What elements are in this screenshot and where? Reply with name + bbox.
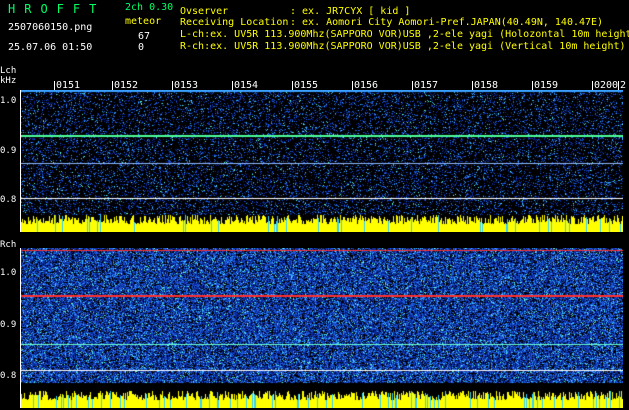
observer-label: Ovserver	[180, 6, 229, 17]
lch-unit: kHz	[0, 76, 17, 86]
lch-spectrogram	[20, 90, 623, 232]
meteor-count-rch: 0	[138, 42, 145, 53]
location-value: : ex. Aomori City Aomori-Pref.JAPAN(40.4…	[290, 17, 604, 28]
filename-label: 2507060150.png	[8, 22, 93, 33]
rch-spectrogram	[20, 248, 623, 408]
lch-label: Lch	[0, 66, 17, 76]
location-label: Receiving Location	[180, 17, 289, 28]
meteor-label: meteor	[125, 16, 162, 27]
lch-tick-2: 0.9	[0, 146, 17, 156]
app-logo: HROFFT	[8, 2, 106, 16]
lch-tick-1: 1.0	[0, 96, 17, 106]
rch-tick-3: 0.8	[0, 371, 17, 381]
rch-description: R-ch:ex. UV5R 113.900Mhz(SAPPORO VOR)USB…	[180, 41, 626, 52]
rch-tick-2: 0.9	[0, 320, 17, 330]
observer-value: : ex. JR7CYX [ kid ]	[290, 6, 411, 17]
rch-label: Rch	[0, 240, 17, 250]
lch-description: L-ch:ex. UV5R 113.900Mhz(SAPPORO VOR)USB…	[180, 29, 629, 40]
rch-y-axis	[20, 248, 21, 408]
lch-tick-3: 0.8	[0, 195, 17, 205]
lch-y-axis	[20, 90, 21, 232]
meteor-count-lch: 67	[138, 31, 151, 42]
rch-tick-1: 1.0	[0, 268, 17, 278]
datetime-label: 25.07.06 01:50	[8, 42, 93, 53]
version-label: 2ch 0.30	[125, 2, 174, 13]
